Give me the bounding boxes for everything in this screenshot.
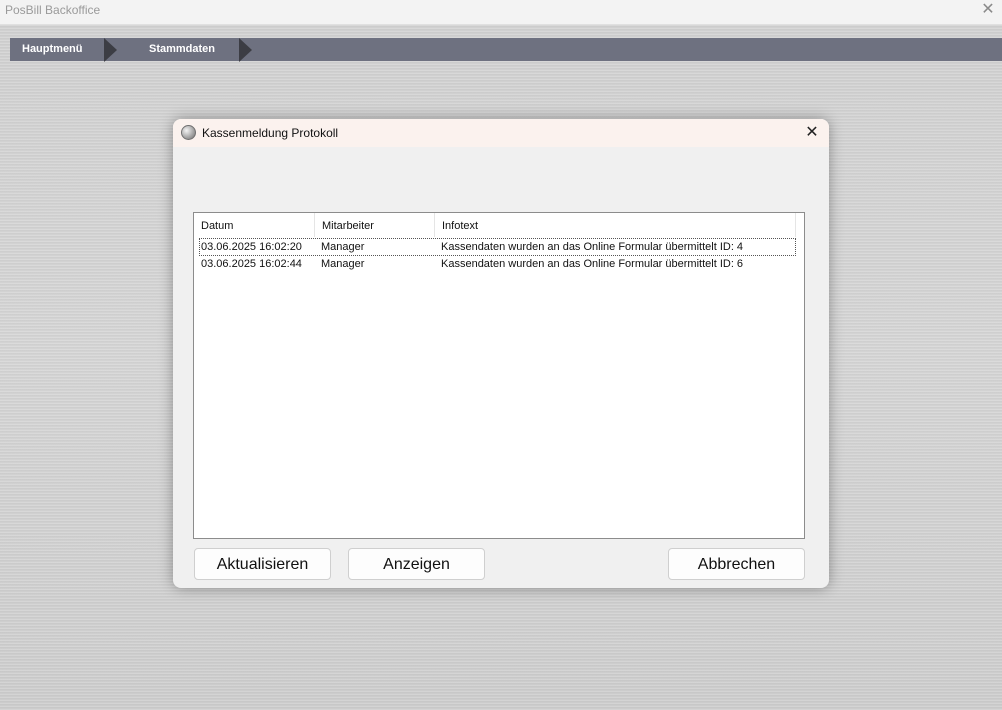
- app-orb-icon: [181, 125, 196, 140]
- cell-mitarbeiter: Manager: [321, 241, 365, 253]
- breadcrumb-item-stammdaten[interactable]: Stammdaten: [149, 38, 215, 61]
- column-header-mitarbeiter[interactable]: Mitarbeiter: [315, 213, 435, 237]
- table-row[interactable]: 03.06.2025 16:02:20 Manager Kassendaten …: [199, 238, 796, 256]
- close-icon[interactable]: ✕: [978, 0, 998, 20]
- cell-mitarbeiter: Manager: [321, 258, 365, 270]
- breadcrumb: Hauptmenü Stammdaten: [10, 38, 1002, 62]
- chevron-right-icon: [239, 38, 252, 62]
- cell-datum: 03.06.2025 16:02:44: [201, 258, 302, 270]
- cancel-button[interactable]: Abbrechen: [668, 548, 805, 580]
- app-title: PosBill Backoffice: [5, 3, 101, 17]
- cell-infotext: Kassendaten wurden an das Online Formula…: [441, 241, 744, 253]
- kassenmeldung-dialog: Kassenmeldung Protokoll ✕ Datum Mitarbei…: [173, 119, 829, 588]
- column-header-infotext[interactable]: Infotext: [435, 213, 796, 237]
- dialog-close-icon[interactable]: ✕: [801, 122, 823, 144]
- show-button[interactable]: Anzeigen: [348, 548, 485, 580]
- dialog-titlebar: Kassenmeldung Protokoll ✕: [173, 119, 829, 147]
- cell-datum: 03.06.2025 16:02:20: [201, 241, 302, 253]
- list-header: Datum Mitarbeiter Infotext: [194, 213, 796, 237]
- chevron-right-icon: [104, 38, 117, 62]
- dialog-title: Kassenmeldung Protokoll: [202, 126, 339, 140]
- refresh-button[interactable]: Aktualisieren: [194, 548, 331, 580]
- app-titlebar: PosBill Backoffice ✕: [0, 0, 1002, 25]
- table-row[interactable]: 03.06.2025 16:02:44 Manager Kassendaten …: [199, 256, 796, 274]
- breadcrumb-item-hauptmenu[interactable]: Hauptmenü: [22, 38, 83, 61]
- column-header-datum[interactable]: Datum: [194, 213, 315, 237]
- cell-infotext: Kassendaten wurden an das Online Formula…: [441, 258, 744, 270]
- protocol-list[interactable]: Datum Mitarbeiter Infotext 03.06.2025 16…: [193, 212, 805, 539]
